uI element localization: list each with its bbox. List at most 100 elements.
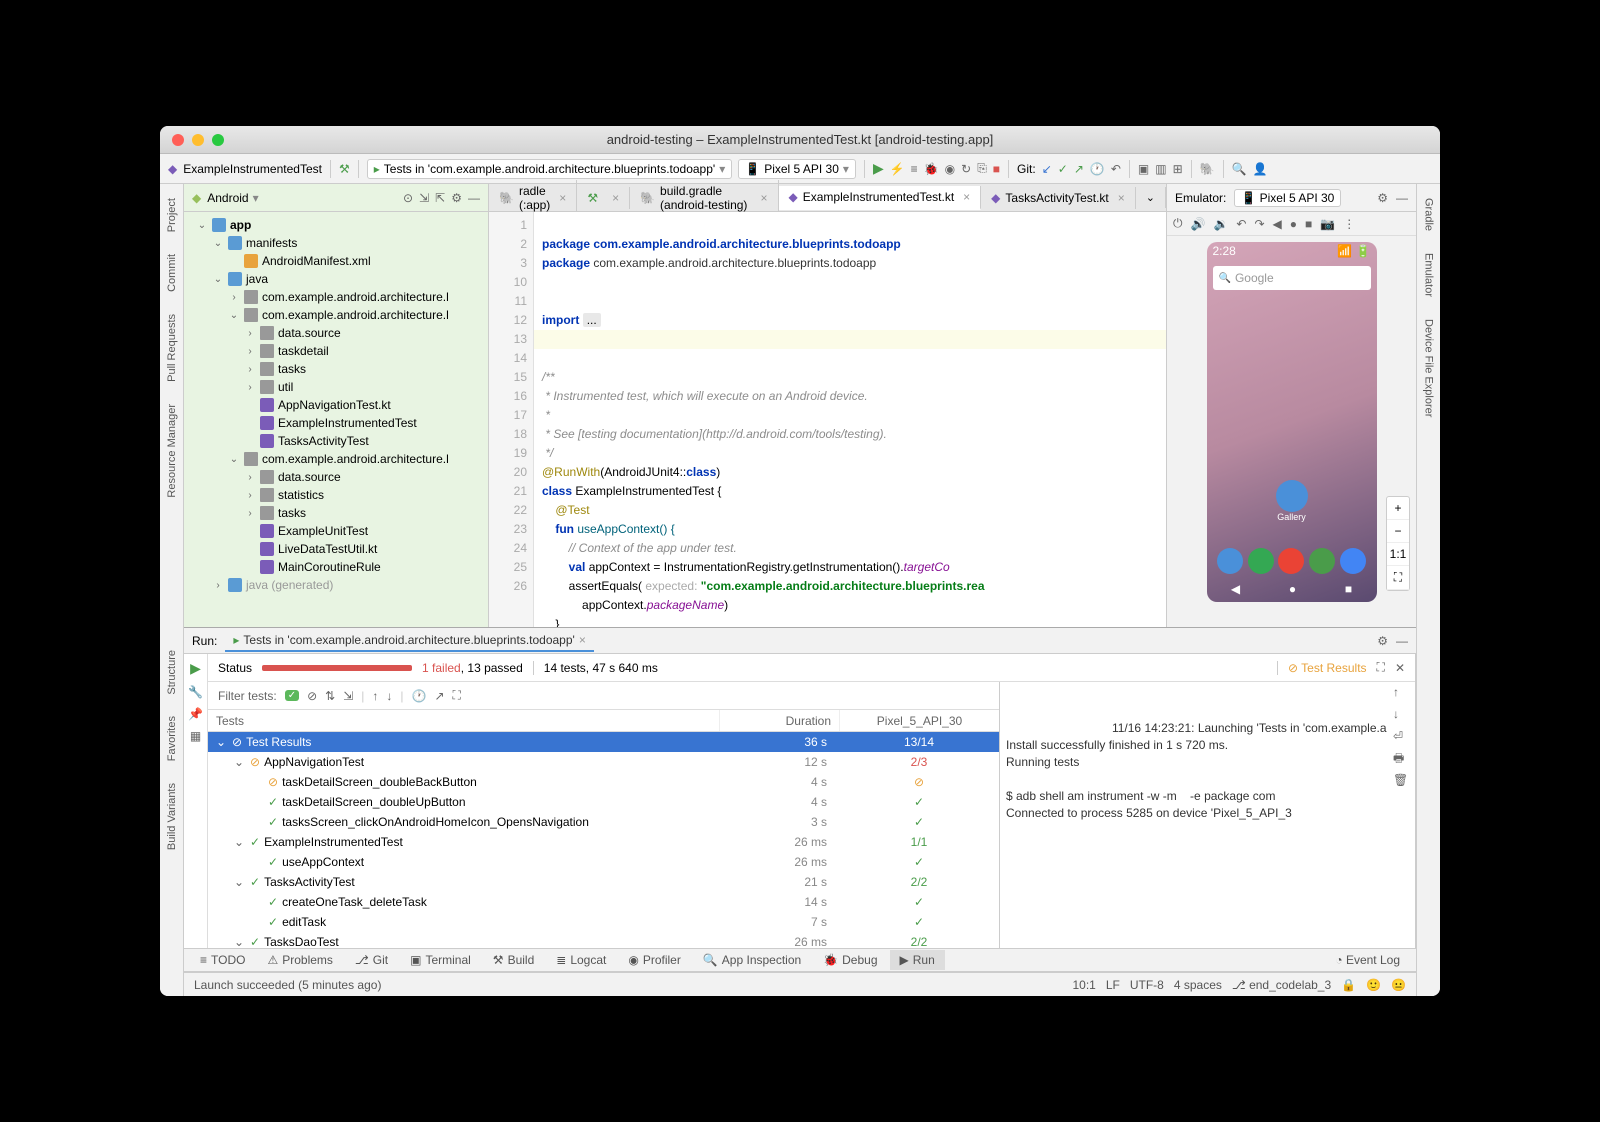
tree-row[interactable]: ›java (generated): [184, 576, 488, 594]
run-hide-icon[interactable]: —: [1396, 634, 1408, 648]
tree-row[interactable]: TasksActivityTest: [184, 432, 488, 450]
tree-row[interactable]: ExampleUnitTest: [184, 522, 488, 540]
happy-face-icon[interactable]: 🙂: [1366, 978, 1381, 992]
select-opened-icon[interactable]: ⊙: [403, 191, 413, 205]
collapse-all-icon[interactable]: ⇱: [435, 191, 445, 205]
git-history-icon[interactable]: 🕐: [1090, 162, 1105, 176]
project-view-selector[interactable]: Android ▾: [207, 191, 258, 205]
scroll-down-icon[interactable]: ↓: [1393, 706, 1413, 722]
bottom-tab-terminal[interactable]: ▣Terminal: [400, 950, 481, 970]
rotate-left-icon[interactable]: ↶: [1236, 217, 1246, 231]
tool-commit[interactable]: Commit: [166, 248, 178, 298]
tool-structure[interactable]: Structure: [166, 644, 178, 701]
sdk-icon[interactable]: ▥: [1155, 162, 1166, 176]
editor-tab[interactable]: ◆ExampleInstrumentedTest.kt×: [779, 186, 982, 210]
sort-icon[interactable]: ⇅: [325, 689, 335, 703]
event-log-button[interactable]: ◔ Event Log: [1325, 950, 1410, 970]
phone-search-widget[interactable]: 🔍 Google: [1213, 266, 1371, 290]
run-button[interactable]: ▶: [873, 160, 884, 177]
next-failed-icon[interactable]: ↓: [386, 689, 392, 703]
profile-icon[interactable]: ↻: [961, 162, 971, 176]
emulator-screen[interactable]: 2:28📶 🔋 🔍 Google Gallery: [1207, 242, 1377, 602]
layout-icon[interactable]: ⊞: [1173, 162, 1183, 176]
bottom-tab-git[interactable]: ⎇Git: [345, 950, 398, 970]
run-tab[interactable]: ▸Tests in 'com.example.android.architect…: [225, 630, 593, 652]
code-editor[interactable]: 1231011121314151617181920212223242526 pa…: [489, 212, 1166, 627]
tool-emulator[interactable]: Emulator: [1423, 247, 1435, 303]
tree-row[interactable]: ⌄com.example.android.architecture.l: [184, 306, 488, 324]
expand-icon[interactable]: ⇲: [343, 689, 353, 703]
zoom-fit-button[interactable]: ⛶: [1387, 566, 1409, 590]
tool-favorites[interactable]: Favorites: [166, 710, 178, 767]
test-row[interactable]: ✓useAppContext26 ms✓: [208, 852, 999, 872]
tree-row[interactable]: ›tasks: [184, 360, 488, 378]
apply-code-icon[interactable]: ≡: [911, 162, 918, 176]
show-passed-toggle[interactable]: ✓: [285, 690, 299, 701]
more-icon[interactable]: ⋮: [1343, 217, 1355, 231]
show-ignored-toggle[interactable]: ⊘: [307, 689, 317, 703]
test-row[interactable]: ✓editTask7 s✓: [208, 912, 999, 932]
tool-resource-manager[interactable]: Resource Manager: [166, 398, 178, 504]
test-row[interactable]: ✓createOneTask_deleteTask14 s✓: [208, 892, 999, 912]
soft-wrap-icon[interactable]: ⏎: [1393, 728, 1413, 744]
tree-row[interactable]: ExampleInstrumentedTest: [184, 414, 488, 432]
tree-row[interactable]: ›data.source: [184, 468, 488, 486]
git-rollback-icon[interactable]: ↶: [1111, 162, 1121, 176]
avatar-icon[interactable]: 👤: [1253, 162, 1268, 176]
bottom-tab-debug[interactable]: 🐞Debug: [813, 950, 887, 970]
pin-icon[interactable]: 📌: [188, 707, 203, 721]
screenshot-icon[interactable]: 📷: [1320, 217, 1335, 231]
run-config-dropdown[interactable]: ▸Tests in 'com.example.android.architect…: [367, 159, 733, 179]
vol-down-icon[interactable]: 🔉: [1213, 217, 1228, 231]
lock-icon[interactable]: 🔒: [1341, 978, 1356, 992]
test-row[interactable]: ⌄✓TasksActivityTest21 s2/2: [208, 872, 999, 892]
project-tree[interactable]: ⌄app⌄manifestsAndroidManifest.xml⌄java›c…: [184, 212, 488, 627]
stop-button[interactable]: ■: [993, 162, 1000, 176]
sync-icon[interactable]: 🐘: [1200, 162, 1215, 176]
maximize-icon[interactable]: ⛶: [1377, 660, 1385, 675]
line-separator[interactable]: LF: [1106, 978, 1120, 992]
sad-face-icon[interactable]: 😐: [1391, 978, 1406, 992]
tree-row[interactable]: ›com.example.android.architecture.l: [184, 288, 488, 306]
bottom-tab-profiler[interactable]: ◉Profiler: [618, 950, 691, 970]
git-commit-icon[interactable]: ✓: [1058, 162, 1068, 176]
editor-tab[interactable]: 🐘radle (:app)×: [489, 180, 577, 216]
rotate-right-icon[interactable]: ↷: [1254, 217, 1264, 231]
tree-row[interactable]: ›data.source: [184, 324, 488, 342]
encoding[interactable]: UTF-8: [1130, 978, 1164, 992]
zoom-in-button[interactable]: +: [1387, 497, 1409, 520]
git-branch[interactable]: ⎇ end_codelab_3: [1232, 978, 1331, 992]
breadcrumb[interactable]: ExampleInstrumentedTest: [183, 162, 322, 176]
emulator-device-dropdown[interactable]: 📱 Pixel 5 API 30: [1234, 189, 1341, 207]
minimize-window-button[interactable]: [192, 134, 204, 146]
tree-row[interactable]: ›statistics: [184, 486, 488, 504]
tree-row[interactable]: MainCoroutineRule: [184, 558, 488, 576]
bottom-tab-run[interactable]: ▶Run: [890, 950, 945, 970]
maximize-window-button[interactable]: [212, 134, 224, 146]
clear-icon[interactable]: 🗑: [1393, 772, 1413, 788]
prev-failed-icon[interactable]: ↑: [372, 689, 378, 703]
emulator-settings-icon[interactable]: ⚙: [1377, 191, 1388, 205]
tool-pull-requests[interactable]: Pull Requests: [166, 308, 178, 388]
close-panel-icon[interactable]: ✕: [1395, 661, 1405, 675]
tree-row[interactable]: ›tasks: [184, 504, 488, 522]
home-icon[interactable]: ●: [1290, 217, 1297, 231]
attach-icon[interactable]: ⎘: [977, 161, 987, 176]
overview-icon[interactable]: ■: [1305, 217, 1312, 231]
bottom-tab-app inspection[interactable]: 🔍App Inspection: [693, 950, 811, 970]
editor-tab[interactable]: 🐘build.gradle (android-testing)×: [630, 180, 778, 216]
vol-up-icon[interactable]: 🔊: [1191, 217, 1206, 231]
tree-row[interactable]: AppNavigationTest.kt: [184, 396, 488, 414]
zoom-out-button[interactable]: −: [1387, 520, 1409, 543]
editor-tab[interactable]: ⚒×: [577, 187, 630, 209]
bottom-tab-build[interactable]: ⚒Build: [483, 950, 544, 970]
code-content[interactable]: package com.example.android.architecture…: [534, 212, 1166, 627]
popup-icon[interactable]: ⛶: [453, 688, 461, 703]
bottom-tab-logcat[interactable]: ≣Logcat: [546, 950, 616, 970]
tool-gradle[interactable]: Gradle: [1423, 192, 1435, 237]
run-settings-icon[interactable]: ⚙: [1377, 634, 1388, 648]
tree-row[interactable]: ⌄manifests: [184, 234, 488, 252]
avd-icon[interactable]: ▣: [1138, 162, 1149, 176]
hide-icon[interactable]: —: [468, 191, 480, 205]
expand-all-icon[interactable]: ⇲: [419, 191, 429, 205]
